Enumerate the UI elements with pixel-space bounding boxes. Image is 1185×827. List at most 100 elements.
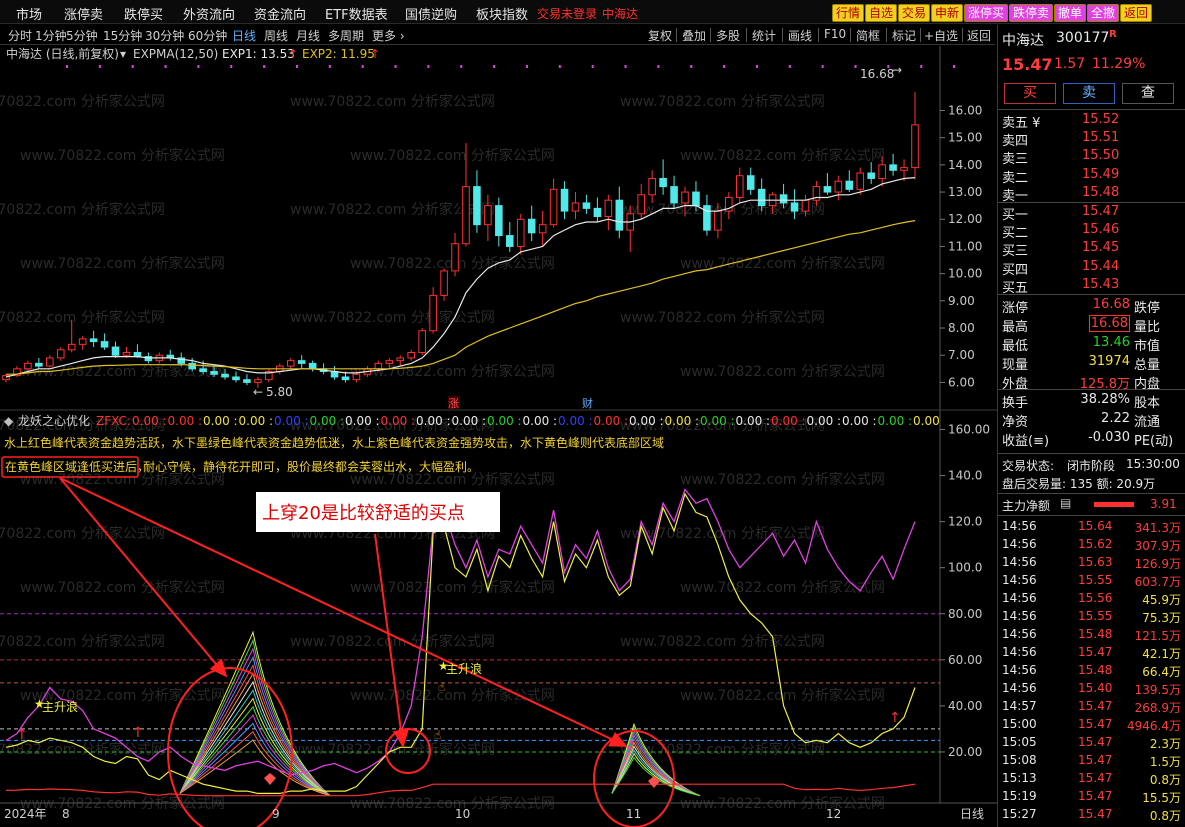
buy-button[interactable]: 买	[1004, 83, 1056, 104]
list-icon[interactable]: ▤	[1060, 496, 1071, 510]
tab-multi-period[interactable]: 多周期	[328, 27, 364, 44]
trade-status: 闭市阶段	[1067, 459, 1116, 473]
gem-icon	[264, 773, 276, 785]
book-price[interactable]: 15.43	[1082, 277, 1119, 292]
menu-item-repo[interactable]: 国债逆购	[405, 4, 457, 23]
menu-item-etf[interactable]: ETF数据表	[325, 4, 388, 23]
book-price[interactable]: 15.44	[1082, 259, 1119, 274]
watermark-text: www.70822.com 分析家公式网	[290, 309, 495, 326]
candle-body	[46, 357, 54, 367]
quick-button-7[interactable]: 全撤	[1087, 4, 1120, 22]
stat-value: 16.68	[1092, 297, 1130, 312]
zfxc-value: 0.00 :	[665, 414, 700, 428]
quick-button-3[interactable]: 申新	[931, 4, 964, 22]
book-price[interactable]: 15.47	[1082, 204, 1119, 219]
book-price[interactable]: 15.52	[1082, 112, 1119, 127]
tab-monthly[interactable]: 月线	[296, 27, 320, 44]
zfxc-value: 0.00 :	[771, 414, 806, 428]
menu-item-limit-down-buy[interactable]: 跌停买	[124, 4, 163, 23]
quick-button-2[interactable]: 交易	[898, 4, 931, 22]
tool-overlay[interactable]: 叠加	[682, 27, 706, 44]
candle-body	[681, 191, 689, 204]
indicator-name[interactable]: EXPMA(12,50)	[133, 47, 218, 61]
tick-price: 15.40	[1078, 681, 1113, 695]
buy-arrow-icon: ↑	[889, 710, 901, 726]
top-dot	[230, 65, 233, 68]
tab-60min[interactable]: 60分钟	[188, 27, 227, 44]
tab-daily[interactable]: 日线	[232, 27, 256, 44]
tool-simple-frame[interactable]: 简框	[856, 27, 880, 44]
tool-add-watchlist[interactable]: +自选	[924, 27, 958, 44]
quick-button-4[interactable]: 涨停买	[964, 4, 1009, 22]
x-label-nov: 11	[626, 807, 641, 821]
buy-arrow-icon: ↑	[132, 725, 144, 741]
book-price[interactable]: 15.50	[1082, 148, 1119, 163]
book-price[interactable]: 15.48	[1082, 185, 1119, 200]
book-price[interactable]: 15.49	[1082, 167, 1119, 182]
tool-stats[interactable]: 统计	[752, 27, 776, 44]
tab-intraday[interactable]: 分时	[8, 27, 32, 44]
tool-f10[interactable]: F10	[824, 27, 846, 41]
watermark-text: www.70822.com 分析家公式网	[680, 579, 885, 596]
watermark-text: www.70822.com 分析家公式网	[680, 255, 885, 272]
quick-button-8[interactable]: 返回	[1120, 4, 1153, 22]
top-dot	[723, 65, 726, 68]
menu-item-fund-flow[interactable]: 资金流向	[254, 4, 306, 23]
event-cai-label[interactable]: 财	[582, 396, 593, 410]
watermark-text: www.70822.com 分析家公式网	[0, 633, 165, 650]
candle-body	[746, 175, 755, 190]
tab-15min[interactable]: 15分钟	[103, 27, 142, 44]
zfxc-value: 0.00 :	[310, 414, 345, 428]
tool-multi-stock[interactable]: 多股	[716, 27, 740, 44]
exp2-label: EXP2: 11.95	[302, 47, 375, 61]
sub-settings-icon[interactable]: ◆	[4, 414, 14, 428]
candle-body	[111, 346, 120, 356]
tab-5min[interactable]: 5分钟	[66, 27, 98, 44]
top-dot	[460, 65, 463, 68]
zfxc-label: ZFXC:	[96, 414, 131, 428]
book-price[interactable]: 15.51	[1082, 130, 1119, 145]
quick-button-6[interactable]: 撤单	[1054, 4, 1087, 22]
tool-mark[interactable]: 标记	[892, 27, 916, 44]
candle-body	[440, 270, 448, 296]
exp2-line	[6, 220, 916, 375]
quick-button-0[interactable]: 行情	[832, 4, 865, 22]
watermark-text: www.70822.com 分析家公式网	[350, 147, 555, 164]
tick-price: 15.47	[1078, 735, 1113, 749]
tool-back[interactable]: 返回	[967, 27, 991, 44]
tab-weekly[interactable]: 周线	[264, 27, 288, 44]
top-dot	[66, 65, 68, 68]
main-net-bar	[1094, 502, 1134, 507]
menu-item-foreign-flow[interactable]: 外资流向	[183, 4, 235, 23]
sell-button[interactable]: 卖	[1063, 83, 1115, 104]
candle-body	[790, 202, 799, 212]
candle-body	[527, 218, 536, 234]
query-button[interactable]: 查	[1122, 83, 1174, 104]
price-change: 1.57	[1054, 56, 1086, 72]
book-price[interactable]: 15.45	[1082, 240, 1119, 255]
event-zhang-label[interactable]: 涨	[448, 397, 459, 410]
watermark-text: www.70822.com 分析家公式网	[20, 255, 225, 272]
tool-adjust[interactable]: 复权	[648, 27, 672, 44]
book-label: 买三	[1002, 244, 1029, 260]
tool-draw[interactable]: 画线	[788, 27, 812, 44]
settings-icon[interactable]: ▾	[120, 47, 126, 61]
fan-line	[179, 647, 331, 797]
quote-panel: 中海达 300177 R 15.47 1.57 11.29% 买 卖 查 卖五 …	[997, 25, 1185, 827]
price-axis: 16.00 15.00 14.00 13.00 12.00 11.00 10.00 9.00 8…	[940, 103, 982, 389]
period-toolbar: 分时 1分钟 5分钟 15分钟 30分钟 60分钟 日线 周线 月线 多周期 更…	[0, 25, 995, 45]
candle-body	[505, 235, 514, 247]
candle-body	[538, 224, 547, 234]
tab-more[interactable]: 更多 ›	[372, 27, 405, 44]
menu-item-sector-index[interactable]: 板块指数	[476, 4, 528, 23]
osc-tick: 120.0	[948, 515, 982, 529]
menu-item-limit-up-sell[interactable]: 涨停卖	[64, 4, 103, 23]
high-arrow-icon: →	[892, 63, 902, 77]
book-price[interactable]: 15.46	[1082, 222, 1119, 237]
quick-button-5[interactable]: 跌停卖	[1009, 4, 1054, 22]
menu-item-market[interactable]: 市场	[16, 4, 42, 23]
watermark-text: www.70822.com 分析家公式网	[620, 633, 825, 650]
quick-button-1[interactable]: 自选	[865, 4, 898, 22]
tab-30min[interactable]: 30分钟	[145, 27, 184, 44]
tab-1min[interactable]: 1分钟	[35, 27, 67, 44]
